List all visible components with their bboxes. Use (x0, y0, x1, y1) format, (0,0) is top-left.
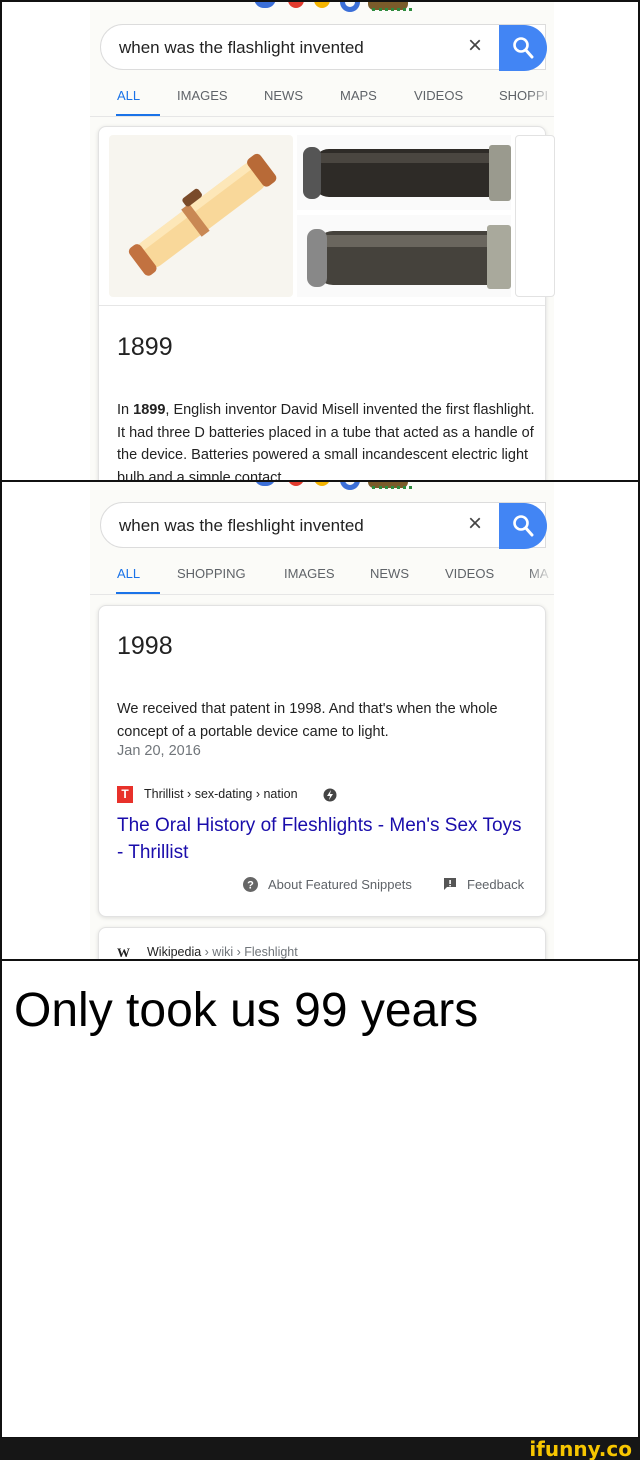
search-tabs: ALL IMAGES NEWS MAPS VIDEOS SHOPPI (90, 80, 554, 116)
caption-panel: Only took us 99 years (0, 959, 640, 1439)
amp-lightning-icon (323, 788, 337, 802)
answer-year: 1899 (117, 333, 173, 361)
tab-shopping[interactable]: SHOPPING (177, 566, 246, 581)
watermark-bar: ifunny.co (0, 1438, 640, 1460)
search-input[interactable]: when was the flashlight invented × (100, 24, 547, 71)
tab-all[interactable]: ALL (117, 88, 140, 103)
clear-search-icon[interactable]: × (464, 512, 486, 536)
search-input[interactable]: when was the fleshlight invented × (100, 502, 547, 549)
tab-all[interactable]: ALL (117, 566, 140, 581)
google-doodle-logo (254, 2, 424, 18)
next-result-breadcrumb[interactable]: Wikipedia › wiki › Fleshlight (147, 945, 298, 959)
snippet-text: We received that patent in 1998. And tha… (117, 701, 498, 740)
snippet-highlight: 1899 (133, 402, 166, 418)
search-query-text: when was the fleshlight invented (119, 516, 364, 535)
thrillist-favicon-icon: T (117, 786, 133, 803)
featured-snippet-card: 1998 We received that patent in 1998. An… (98, 605, 546, 917)
search-button[interactable] (499, 25, 547, 71)
clear-search-icon[interactable]: × (464, 34, 486, 58)
flashlight-tube-image[interactable] (109, 135, 293, 297)
feedback-icon (444, 878, 456, 890)
svg-text:?: ? (247, 880, 254, 892)
next-image-thumbnail[interactable] (515, 135, 555, 297)
meme-caption: Only took us 99 years (14, 984, 479, 1037)
snippet-date: Jan 20, 2016 (117, 743, 201, 759)
google-doodle-logo (254, 482, 424, 496)
tab-videos[interactable]: VIDEOS (414, 88, 463, 103)
snippet-text: In 1899, English inventor David Misell i… (117, 402, 535, 482)
result-title-link[interactable]: The Oral History of Fleshlights - Men's … (117, 812, 527, 866)
search-button[interactable] (499, 503, 547, 549)
search-query-text: when was the flashlight invented (119, 38, 364, 57)
tab-images[interactable]: IMAGES (284, 566, 335, 581)
search-icon (513, 515, 534, 537)
tab-news[interactable]: NEWS (264, 88, 303, 103)
source-breadcrumb[interactable]: Thrillist › sex-dating › nation (144, 787, 298, 801)
gray-flashlight-image[interactable] (297, 215, 511, 297)
image-carousel (109, 135, 555, 297)
help-icon: ? (243, 877, 258, 892)
dark-flashlight-image[interactable] (297, 135, 511, 210)
feedback-label: Feedback (467, 877, 525, 892)
panel-fleshlight-search: when was the fleshlight invented × ALL S… (0, 480, 640, 961)
answer-year: 1998 (117, 632, 173, 660)
search-tabs: ALL SHOPPING IMAGES NEWS VIDEOS MA (90, 558, 554, 594)
tab-maps[interactable]: MAPS (340, 88, 377, 103)
tab-news[interactable]: NEWS (370, 566, 409, 581)
search-icon (513, 37, 534, 59)
featured-snippet-card: 1899 In 1899, English inventor David Mis… (98, 126, 555, 482)
tab-videos[interactable]: VIDEOS (445, 566, 494, 581)
ifunny-watermark: ifunny.co (529, 1437, 632, 1460)
tab-images[interactable]: IMAGES (177, 88, 228, 103)
next-result-card: W Wikipedia › wiki › Fleshlight (98, 927, 546, 959)
panel-flashlight-search: when was the flashlight invented × ALL I… (0, 0, 640, 482)
about-snippets-label: About Featured Snippets (268, 877, 412, 892)
